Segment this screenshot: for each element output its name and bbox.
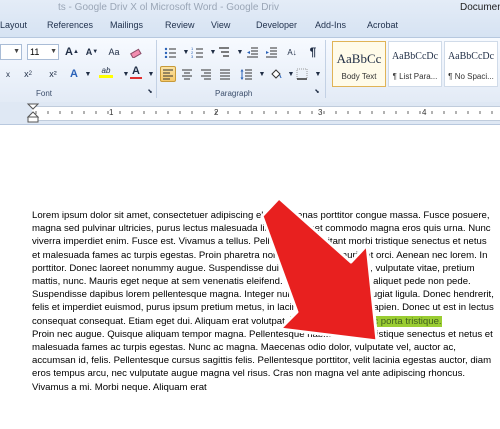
tab-acrobat[interactable]: Acrobat (367, 20, 398, 30)
decrease-indent-button[interactable] (244, 44, 260, 60)
horizontal-ruler[interactable]: 1 2 3 4 (0, 102, 500, 125)
document-body[interactable]: Lorem ipsum dolor sit amet, consectetuer… (32, 209, 494, 394)
grow-font-button[interactable]: A ▲ (64, 44, 80, 60)
style-sample: AaBbCc (336, 51, 382, 66)
group-separator (156, 40, 157, 98)
ruler-number: 2 (214, 108, 219, 117)
group-separator (325, 40, 326, 98)
paragraph-1-text: Lorem ipsum dolor sit amet, consectetuer… (32, 210, 494, 327)
font-color-button[interactable]: A (128, 64, 144, 80)
font-dialog-launcher-icon[interactable]: ⬊ (145, 86, 155, 96)
highlight-color-swatch (99, 75, 113, 78)
tab-layout[interactable]: Layout (0, 20, 27, 30)
align-center-button[interactable] (179, 66, 195, 82)
font-group-label: Font (36, 89, 53, 98)
word-window: ts - Google Driv X ol Microsoft Word - G… (0, 0, 500, 429)
style-name: ¶ No Spaci... (448, 72, 494, 81)
highlight-label: ab (101, 66, 111, 75)
superscript-label: x² (49, 69, 57, 79)
tabs-row: Layout References Mailings Review View D… (0, 17, 500, 37)
font-size-value: 11 (30, 47, 40, 57)
window-title: Documen (460, 2, 500, 13)
multilevel-list-button[interactable] (216, 44, 232, 60)
shading-button[interactable] (268, 66, 284, 82)
tab-view[interactable]: View (211, 20, 230, 30)
justify-button[interactable] (217, 66, 233, 82)
tab-references[interactable]: References (47, 20, 93, 30)
clear-formatting-label: Aa (108, 47, 120, 57)
ruler-number: 4 (422, 108, 427, 117)
numbering-button[interactable]: 123 (189, 44, 205, 60)
pilcrow-icon: ¶ (309, 45, 317, 59)
style-name: Body Text (341, 72, 377, 81)
increase-indent-button[interactable] (263, 44, 279, 60)
paragraph-2[interactable]: Proin nec augue. Quisque aliquam tempor … (32, 328, 494, 394)
chevron-down-icon[interactable]: ▼ (310, 66, 326, 82)
style-body-text[interactable]: AaBbCc Body Text (332, 41, 386, 87)
chevron-down-icon[interactable]: ▼ (80, 66, 96, 82)
bullets-button[interactable] (162, 44, 178, 60)
highlighted-text[interactable]: Sed at lorem in nunc porta tristique. (290, 315, 442, 327)
svg-text:3: 3 (191, 54, 194, 58)
align-left-button[interactable] (160, 66, 176, 82)
ribbon-home: ▼ 11 ▼ A ▲ A ▼ Aa x x2 x² A ▼ ab ▼ A ▼ Fon… (0, 37, 500, 103)
style-sample: AaBbCcDc (391, 51, 439, 62)
font-size-combo[interactable]: 11 ▼ (27, 44, 59, 60)
line-spacing-button[interactable] (238, 66, 254, 82)
ribbon-tab-strip: ts - Google Driv X ol Microsoft Word - G… (0, 0, 500, 37)
chevron-down-icon: ▼ (50, 48, 57, 55)
chevron-down-icon: ▼ (13, 48, 20, 55)
ruler-number: 1 (109, 108, 114, 117)
strikethrough-button[interactable]: x (0, 66, 16, 82)
show-formatting-marks-button[interactable]: ¶ (305, 44, 321, 60)
subscript-button[interactable]: x2 (20, 66, 36, 82)
document-page[interactable]: Lorem ipsum dolor sit amet, consectetuer… (0, 125, 500, 429)
style-list-paragraph[interactable]: AaBbCcDc ¶ List Para... (388, 41, 442, 87)
indent-marker-icon[interactable] (26, 103, 40, 124)
superscript-button[interactable]: x² (45, 66, 61, 82)
highlight-color-button[interactable]: ab (95, 64, 117, 80)
sort-button[interactable]: A↓ (284, 44, 300, 60)
shrink-font-button[interactable]: A ▼ (84, 44, 100, 60)
font-name-combo[interactable]: ▼ (0, 44, 22, 60)
tab-developer[interactable]: Developer (256, 20, 297, 30)
borders-button[interactable] (294, 66, 310, 82)
tab-review[interactable]: Review (165, 20, 195, 30)
align-right-button[interactable] (198, 66, 214, 82)
font-color-swatch (130, 77, 142, 79)
clear-formatting-button[interactable]: Aa (106, 44, 122, 60)
browser-tabs-ghost: ts - Google Driv X ol Microsoft Word - G… (58, 2, 279, 13)
tab-add-ins[interactable]: Add-Ins (315, 20, 346, 30)
style-sample: AaBbCcDc (447, 51, 495, 62)
ruler-number: 3 (318, 108, 323, 117)
paragraph-group-label: Paragraph (215, 89, 253, 98)
tab-mailings[interactable]: Mailings (110, 20, 143, 30)
grow-font-label: A (65, 46, 73, 58)
font-color-label: A (132, 65, 140, 77)
style-no-spacing[interactable]: AaBbCcDc ¶ No Spaci... (444, 41, 498, 87)
paragraph-1[interactable]: Lorem ipsum dolor sit amet, consectetuer… (32, 209, 494, 328)
eraser-icon[interactable] (128, 44, 144, 60)
style-name: ¶ List Para... (392, 72, 438, 81)
paragraph-dialog-launcher-icon[interactable]: ⬊ (312, 86, 322, 96)
